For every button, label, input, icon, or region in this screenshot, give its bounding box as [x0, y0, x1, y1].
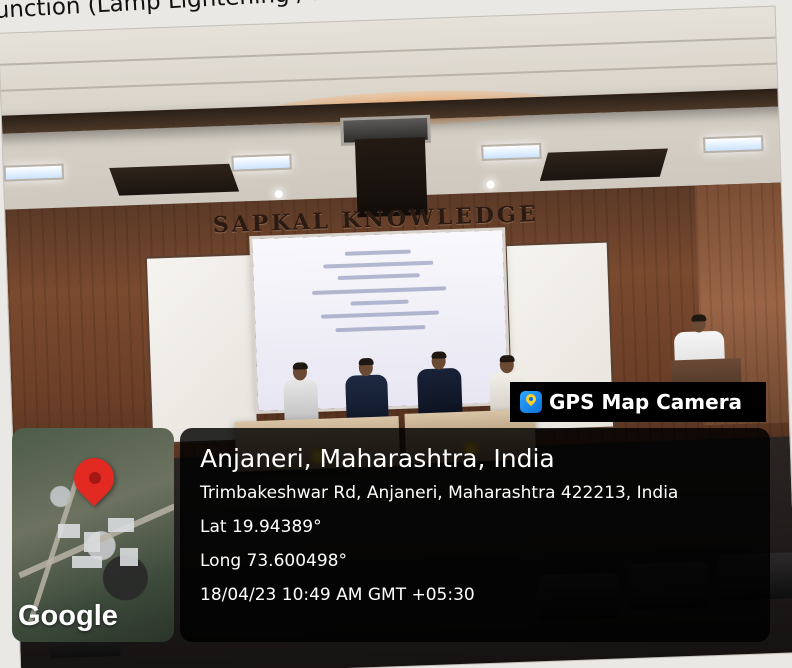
gps-camera-brand: GPS Map Camera: [510, 382, 766, 422]
location-info-panel: Anjaneri, Maharashtra, India Trimbakeshw…: [180, 428, 770, 642]
capture-timestamp: 18/04/23 10:49 AM GMT +05:30: [200, 585, 475, 605]
slide-text-line: [335, 325, 426, 333]
location-address: Trimbakeshwar Rd, Anjaneri, Maharashtra …: [200, 483, 679, 503]
location-latitude: Lat 19.94389°: [200, 517, 322, 537]
slide-text-line: [312, 286, 447, 295]
map-building: [108, 518, 134, 532]
google-watermark: Google: [18, 600, 118, 632]
ceiling-light: [231, 153, 292, 172]
ceiling-light: [481, 142, 542, 161]
gps-camera-app-name: GPS Map Camera: [549, 390, 743, 414]
slide-text-line: [323, 260, 434, 269]
gps-map-camera-logo-icon: [520, 391, 542, 413]
ceiling-light: [703, 135, 764, 154]
location-title: Anjaneri, Maharashtra, India: [200, 444, 555, 473]
ceiling-downlight: [486, 180, 495, 189]
slide-text-line: [350, 299, 409, 306]
slide-text-line: [320, 310, 440, 319]
dignitary: [416, 351, 463, 420]
ceiling-panel-line: [0, 36, 790, 67]
ceiling-panel-line: [0, 62, 791, 93]
slide-text-line: [337, 273, 420, 281]
map-thumbnail: Google: [12, 428, 174, 642]
dignitary: [345, 357, 389, 422]
slide-text-line: [344, 249, 411, 256]
location-longitude: Long 73.600498°: [200, 551, 347, 571]
map-building: [120, 548, 138, 566]
ceiling-downlight: [274, 189, 283, 199]
ceiling-light: [3, 163, 65, 182]
dignitary: [283, 362, 319, 425]
map-building: [72, 556, 102, 568]
map-building: [84, 532, 100, 552]
ceiling-soffit: [539, 148, 668, 181]
map-building: [58, 524, 80, 538]
ceiling-soffit: [109, 163, 240, 196]
location-pin-center: [89, 472, 101, 484]
side-screen-left: [146, 255, 258, 443]
